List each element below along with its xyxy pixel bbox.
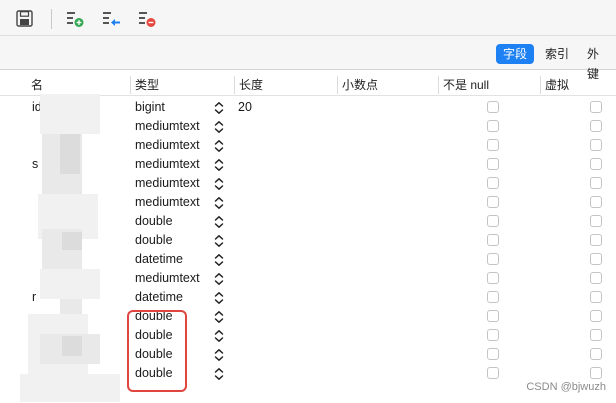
virtual-checkbox[interactable] [590, 367, 602, 379]
tabs-bar: 字段 索引 外键 [0, 36, 616, 81]
not-null-checkbox[interactable] [487, 329, 499, 341]
type-updown-icon[interactable] [214, 101, 224, 115]
field-type[interactable]: datetime [135, 250, 183, 269]
virtual-checkbox[interactable] [590, 177, 602, 189]
add-field-icon[interactable] [64, 8, 86, 30]
virtual-checkbox[interactable] [590, 196, 602, 208]
field-type[interactable]: bigint [135, 98, 165, 117]
not-null-checkbox[interactable] [487, 101, 499, 113]
tab-fields[interactable]: 字段 [496, 44, 535, 64]
fields-grid: 名 类型 长度 小数点 不是 null 虚拟 id bigint 20 mediumt… [0, 74, 616, 403]
field-type[interactable]: double [135, 307, 173, 326]
header-decimals[interactable]: 小数点 [338, 74, 378, 96]
type-updown-icon[interactable] [214, 234, 224, 248]
delete-field-icon[interactable] [136, 8, 158, 30]
not-null-checkbox[interactable] [487, 367, 499, 379]
field-name[interactable]: s [32, 155, 38, 174]
virtual-checkbox[interactable] [590, 101, 602, 113]
not-null-checkbox[interactable] [487, 253, 499, 265]
not-null-checkbox[interactable] [487, 310, 499, 322]
virtual-checkbox[interactable] [590, 291, 602, 303]
table-row[interactable]: s mediumtext [0, 155, 616, 174]
insert-field-icon[interactable] [100, 8, 122, 30]
watermark: CSDN @bjwuzh [526, 381, 606, 393]
redacted-name-mosaic [20, 374, 120, 402]
redacted-name-mosaic [40, 94, 100, 134]
type-updown-icon[interactable] [214, 329, 224, 343]
type-updown-icon[interactable] [214, 215, 224, 229]
virtual-checkbox[interactable] [590, 310, 602, 322]
header-type[interactable]: 类型 [131, 74, 159, 96]
type-updown-icon[interactable] [214, 120, 224, 134]
type-updown-icon[interactable] [214, 196, 224, 210]
field-type[interactable]: mediumtext [135, 136, 200, 155]
field-type[interactable]: double [135, 326, 173, 345]
table-row[interactable]: datetime [0, 250, 616, 269]
field-name[interactable]: r [32, 288, 36, 307]
field-type[interactable]: double [135, 364, 173, 383]
field-length[interactable]: 20 [238, 98, 252, 117]
toolbar [0, 0, 616, 36]
not-null-checkbox[interactable] [487, 120, 499, 132]
type-updown-icon[interactable] [214, 310, 224, 324]
redacted-name-mosaic [62, 336, 82, 356]
type-updown-icon[interactable] [214, 348, 224, 362]
not-null-checkbox[interactable] [487, 291, 499, 303]
not-null-checkbox[interactable] [487, 196, 499, 208]
save-icon[interactable] [14, 8, 36, 30]
field-type[interactable]: double [135, 212, 173, 231]
field-type[interactable]: mediumtext [135, 269, 200, 288]
virtual-checkbox[interactable] [590, 329, 602, 341]
virtual-checkbox[interactable] [590, 272, 602, 284]
type-updown-icon[interactable] [214, 367, 224, 381]
table-row[interactable]: double [0, 307, 616, 326]
tab-indexes[interactable]: 索引 [538, 44, 576, 64]
not-null-checkbox[interactable] [487, 158, 499, 170]
table-row[interactable]: mediumtext [0, 136, 616, 155]
field-type[interactable]: double [135, 345, 173, 364]
redacted-name-mosaic [62, 232, 82, 250]
virtual-checkbox[interactable] [590, 139, 602, 151]
not-null-checkbox[interactable] [487, 177, 499, 189]
type-updown-icon[interactable] [214, 139, 224, 153]
not-null-checkbox[interactable] [487, 234, 499, 246]
grid-header: 名 类型 长度 小数点 不是 null 虚拟 [0, 74, 616, 96]
field-type[interactable]: mediumtext [135, 155, 200, 174]
tab-foreign-keys[interactable]: 外键 [580, 44, 616, 81]
not-null-checkbox[interactable] [487, 348, 499, 360]
header-virtual[interactable]: 虚拟 [541, 74, 569, 96]
type-updown-icon[interactable] [214, 253, 224, 267]
table-row[interactable]: mediumtext [0, 174, 616, 193]
type-updown-icon[interactable] [214, 158, 224, 172]
not-null-checkbox[interactable] [487, 272, 499, 284]
virtual-checkbox[interactable] [590, 215, 602, 227]
header-not-null[interactable]: 不是 null [439, 74, 489, 96]
field-type[interactable]: double [135, 231, 173, 250]
redacted-name-mosaic [60, 134, 80, 174]
virtual-checkbox[interactable] [590, 158, 602, 170]
virtual-checkbox[interactable] [590, 253, 602, 265]
virtual-checkbox[interactable] [590, 348, 602, 360]
field-type[interactable]: mediumtext [135, 193, 200, 212]
field-type[interactable]: datetime [135, 288, 183, 307]
virtual-checkbox[interactable] [590, 234, 602, 246]
type-updown-icon[interactable] [214, 291, 224, 305]
virtual-checkbox[interactable] [590, 120, 602, 132]
toolbar-separator [51, 9, 52, 29]
field-type[interactable]: mediumtext [135, 174, 200, 193]
header-name[interactable]: 名 [27, 74, 43, 96]
field-type[interactable]: mediumtext [135, 117, 200, 136]
redacted-name-mosaic [40, 269, 100, 299]
header-length[interactable]: 长度 [235, 74, 263, 96]
type-updown-icon[interactable] [214, 177, 224, 191]
type-updown-icon[interactable] [214, 272, 224, 286]
not-null-checkbox[interactable] [487, 139, 499, 151]
not-null-checkbox[interactable] [487, 215, 499, 227]
